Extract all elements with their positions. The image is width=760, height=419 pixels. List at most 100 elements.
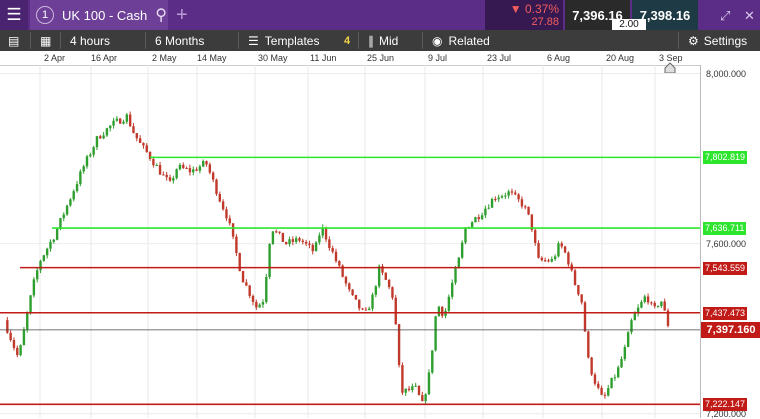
level-label: 7,222.147 — [703, 398, 748, 412]
price-type-button[interactable]: ∥ Mid — [368, 30, 398, 51]
candle-body — [215, 179, 218, 195]
candle-body — [188, 168, 192, 173]
candle-body — [487, 207, 490, 209]
level-label: 7,802.819 — [703, 151, 748, 165]
candle-body — [417, 385, 421, 396]
candle-body — [132, 126, 135, 133]
candle-body — [168, 177, 172, 181]
candle-body — [85, 156, 89, 167]
range-selector[interactable]: 6 Months — [155, 30, 204, 51]
menu-button[interactable]: ☰ — [0, 0, 28, 30]
candle-body — [36, 270, 39, 280]
candle-body — [368, 308, 371, 311]
candle-body — [294, 238, 298, 242]
date-label: 23 Jul — [487, 53, 512, 63]
candle-body — [245, 282, 248, 286]
price-tick: 8,000.000 — [706, 68, 747, 79]
tab-number: 1 — [36, 6, 54, 24]
related-button[interactable]: ◉ Related — [432, 30, 490, 51]
candle-body — [29, 295, 32, 313]
price-chart[interactable] — [0, 65, 700, 418]
candle-body — [248, 285, 251, 296]
chart-toolbar: ▤ ▦ 4 hours 6 Months ☰ Templates 4 ∥ Mid… — [0, 30, 760, 51]
candle-body — [178, 164, 182, 170]
candle-body — [434, 316, 437, 351]
candle-body — [89, 154, 92, 157]
candle-body — [6, 320, 9, 333]
candle-body — [268, 243, 271, 277]
candle-body — [261, 302, 265, 305]
date-axis: 2 Apr 16 Apr 2 May 14 May 30 May 11 Jun … — [0, 51, 700, 66]
candle-body — [42, 255, 46, 261]
candle-body — [265, 276, 268, 303]
close-icon[interactable]: ✕ — [744, 8, 755, 24]
instrument-tab[interactable]: 1 UK 100 - Cash ⚲ — [30, 0, 168, 30]
candle-body — [607, 388, 610, 396]
candle-body — [251, 295, 255, 302]
candle-body — [175, 169, 178, 179]
candle-body — [9, 332, 12, 341]
candle-body — [484, 208, 487, 216]
date-label: 30 May — [258, 53, 288, 63]
candle-body — [72, 191, 75, 200]
candle-body — [630, 320, 633, 333]
candle-body — [185, 167, 188, 169]
candle-body — [165, 174, 168, 178]
plus-icon[interactable]: + — [176, 4, 188, 27]
candle-body — [138, 138, 142, 143]
candle-body — [656, 306, 660, 308]
candle-body — [49, 241, 52, 249]
candle-body — [311, 244, 314, 252]
candle-body — [520, 199, 524, 207]
candle-body — [414, 385, 417, 387]
price-type-label: Mid — [379, 33, 399, 48]
candle-body — [298, 238, 301, 241]
candle-body — [301, 240, 304, 242]
templates-button[interactable]: ☰ Templates — [248, 30, 319, 51]
candle-body — [613, 377, 617, 379]
candle-body — [620, 359, 623, 368]
candle-body — [497, 197, 500, 200]
candle-body — [235, 236, 238, 254]
candle-body — [92, 147, 95, 155]
settings-button[interactable]: ⚙ Settings — [688, 30, 747, 51]
candle-body — [480, 215, 484, 220]
settings-label: Settings — [703, 33, 748, 48]
candle-body — [155, 165, 158, 167]
date-label: 20 Aug — [606, 53, 635, 63]
candle-body — [12, 340, 16, 348]
candle-body — [391, 287, 394, 298]
candle-body — [102, 135, 105, 139]
candle-body — [617, 367, 620, 378]
candle-body — [610, 377, 613, 389]
candle-body — [288, 239, 291, 245]
candle-body — [228, 218, 231, 224]
candle-body — [593, 374, 597, 384]
candle-body — [643, 296, 646, 302]
candle-body — [653, 302, 656, 307]
candle-body — [454, 268, 457, 283]
search-icon[interactable]: ⚲ — [155, 5, 167, 25]
candle-body — [39, 260, 42, 271]
candle-body — [600, 387, 603, 395]
candle-body — [158, 165, 162, 175]
candle-body — [324, 227, 328, 240]
date-label: 2 Apr — [44, 53, 66, 63]
interval-selector[interactable]: 4 hours — [70, 30, 110, 51]
candle-body — [318, 235, 321, 243]
candle-body — [374, 286, 378, 295]
panel-toggle-icon[interactable]: ▤ — [8, 30, 19, 51]
price-change: ▼ 0.37% 27.88 — [485, 0, 563, 30]
expand-icon[interactable]: ⤢ — [720, 8, 730, 24]
candle-body — [128, 114, 132, 127]
candle-body — [626, 332, 630, 347]
candle-body — [460, 242, 464, 258]
hamburger-icon: ☰ — [6, 5, 22, 24]
candle-body — [557, 243, 560, 257]
layout-grid-icon[interactable]: ▦ — [40, 30, 51, 51]
related-label: Related — [448, 33, 490, 48]
candle-body — [221, 201, 225, 210]
candle-body — [384, 272, 387, 280]
candle-body — [192, 169, 195, 173]
candle-body — [597, 383, 600, 388]
